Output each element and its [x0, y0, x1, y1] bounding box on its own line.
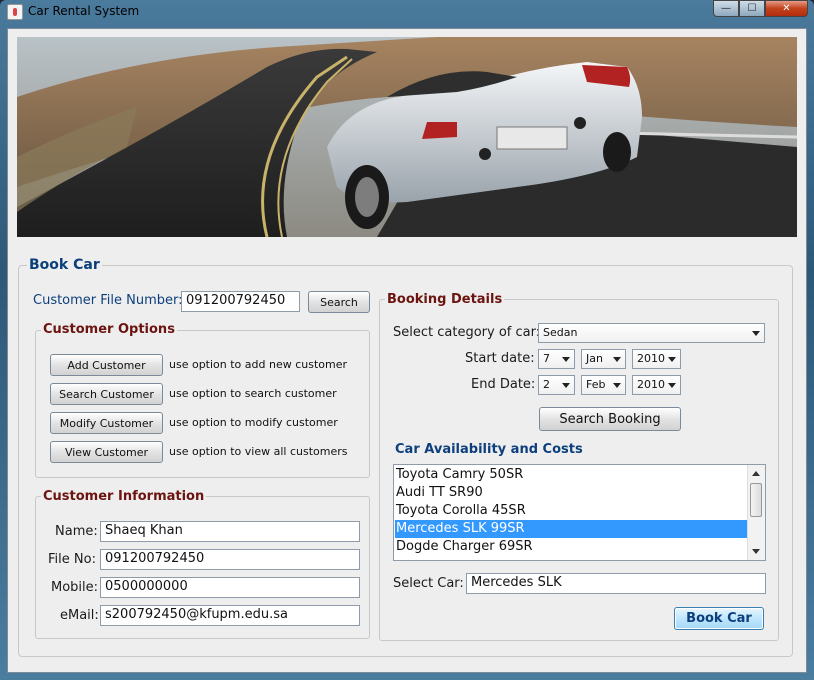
- chevron-down-icon: [562, 383, 570, 388]
- chevron-down-icon: [613, 383, 621, 388]
- book-car-title: Book Car: [27, 257, 102, 273]
- view-customer-button[interactable]: View Customer: [50, 441, 163, 463]
- chevron-down-icon: [668, 383, 676, 388]
- end-year-select[interactable]: 2010: [632, 375, 681, 395]
- app-window: Car Rental System — ☐ ✕ Book Car Custome…: [0, 0, 814, 680]
- minimize-button[interactable]: —: [713, 0, 739, 17]
- end-day-value: 2: [543, 378, 550, 391]
- search-customer-button[interactable]: Search Customer: [50, 383, 163, 405]
- close-button[interactable]: ✕: [765, 0, 808, 17]
- add-customer-hint: use option to add new customer: [169, 358, 348, 371]
- list-item[interactable]: Toyota Corolla 45SR: [395, 502, 748, 520]
- close-icon: ✕: [782, 3, 791, 14]
- chevron-down-icon: [613, 357, 621, 362]
- window-title: Car Rental System: [28, 4, 140, 18]
- chevron-down-icon: [752, 331, 760, 336]
- start-year-value: 2010: [637, 352, 665, 365]
- availability-title: Car Availability and Costs: [393, 442, 585, 457]
- list-item[interactable]: Toyota Camry 50SR: [395, 466, 748, 484]
- list-item[interactable]: Audi TT SR90: [395, 484, 748, 502]
- category-value: Sedan: [543, 326, 578, 339]
- book-car-button[interactable]: Book Car: [674, 607, 764, 630]
- customer-file-number-label: Customer File Number:: [33, 293, 183, 308]
- title-bar[interactable]: Car Rental System — ☐ ✕: [0, 0, 814, 26]
- end-month-value: Feb: [586, 378, 606, 391]
- scroll-thumb[interactable]: [750, 483, 762, 517]
- list-item-selected[interactable]: Mercedes SLK 99SR: [395, 520, 748, 538]
- end-day-select[interactable]: 2: [538, 375, 575, 395]
- mobile-label: Mobile:: [51, 580, 99, 595]
- file-no-label: File No:: [48, 552, 96, 567]
- customer-information-title: Customer Information: [41, 489, 207, 504]
- search-booking-button[interactable]: Search Booking: [539, 407, 681, 431]
- search-customer-hint: use option to search customer: [169, 387, 337, 400]
- scroll-down-icon[interactable]: [752, 549, 760, 554]
- chevron-down-icon: [562, 357, 570, 362]
- end-date-label: End Date:: [471, 377, 536, 392]
- mobile-field[interactable]: 0500000000: [100, 577, 360, 598]
- email-label: eMail:: [60, 608, 99, 623]
- booking-details-title: Booking Details: [385, 292, 505, 307]
- select-car-label: Select Car:: [393, 576, 464, 591]
- start-year-select[interactable]: 2010: [632, 349, 681, 369]
- select-car-field[interactable]: Mercedes SLK: [466, 573, 766, 594]
- view-customer-hint: use option to view all customers: [169, 445, 348, 458]
- start-date-label: Start date:: [465, 351, 535, 366]
- scroll-up-icon[interactable]: [752, 471, 760, 476]
- category-select[interactable]: Sedan: [538, 323, 765, 343]
- window-content: Book Car Customer File Number: 091200792…: [7, 28, 807, 673]
- end-month-select[interactable]: Feb: [581, 375, 626, 395]
- end-year-value: 2010: [637, 378, 665, 391]
- start-month-value: Jan: [586, 352, 603, 365]
- add-customer-button[interactable]: Add Customer: [50, 354, 163, 376]
- customer-options-title: Customer Options: [41, 322, 177, 337]
- availability-list[interactable]: Toyota Camry 50SR Audi TT SR90 Toyota Co…: [393, 464, 766, 561]
- modify-customer-button[interactable]: Modify Customer: [50, 412, 163, 434]
- start-day-value: 7: [543, 352, 550, 365]
- start-month-select[interactable]: Jan: [581, 349, 626, 369]
- list-scrollbar[interactable]: [747, 465, 765, 560]
- start-day-select[interactable]: 7: [538, 349, 575, 369]
- list-item[interactable]: Dogde Charger 69SR: [395, 538, 748, 556]
- search-customer-file-button[interactable]: Search: [308, 291, 370, 313]
- email-field[interactable]: s200792450@kfupm.edu.sa: [100, 605, 360, 626]
- customer-file-number-input[interactable]: 091200792450: [181, 291, 300, 312]
- name-field[interactable]: Shaeq Khan: [100, 521, 360, 542]
- maximize-button[interactable]: ☐: [739, 0, 765, 17]
- minimize-icon: —: [721, 3, 731, 14]
- modify-customer-hint: use option to modify customer: [169, 416, 338, 429]
- chevron-down-icon: [668, 357, 676, 362]
- name-label: Name:: [55, 524, 98, 539]
- category-label: Select category of car:: [393, 325, 541, 340]
- file-no-field[interactable]: 091200792450: [100, 549, 360, 570]
- java-app-icon: [7, 4, 23, 20]
- maximize-icon: ☐: [747, 3, 757, 14]
- banner-image: [17, 37, 797, 237]
